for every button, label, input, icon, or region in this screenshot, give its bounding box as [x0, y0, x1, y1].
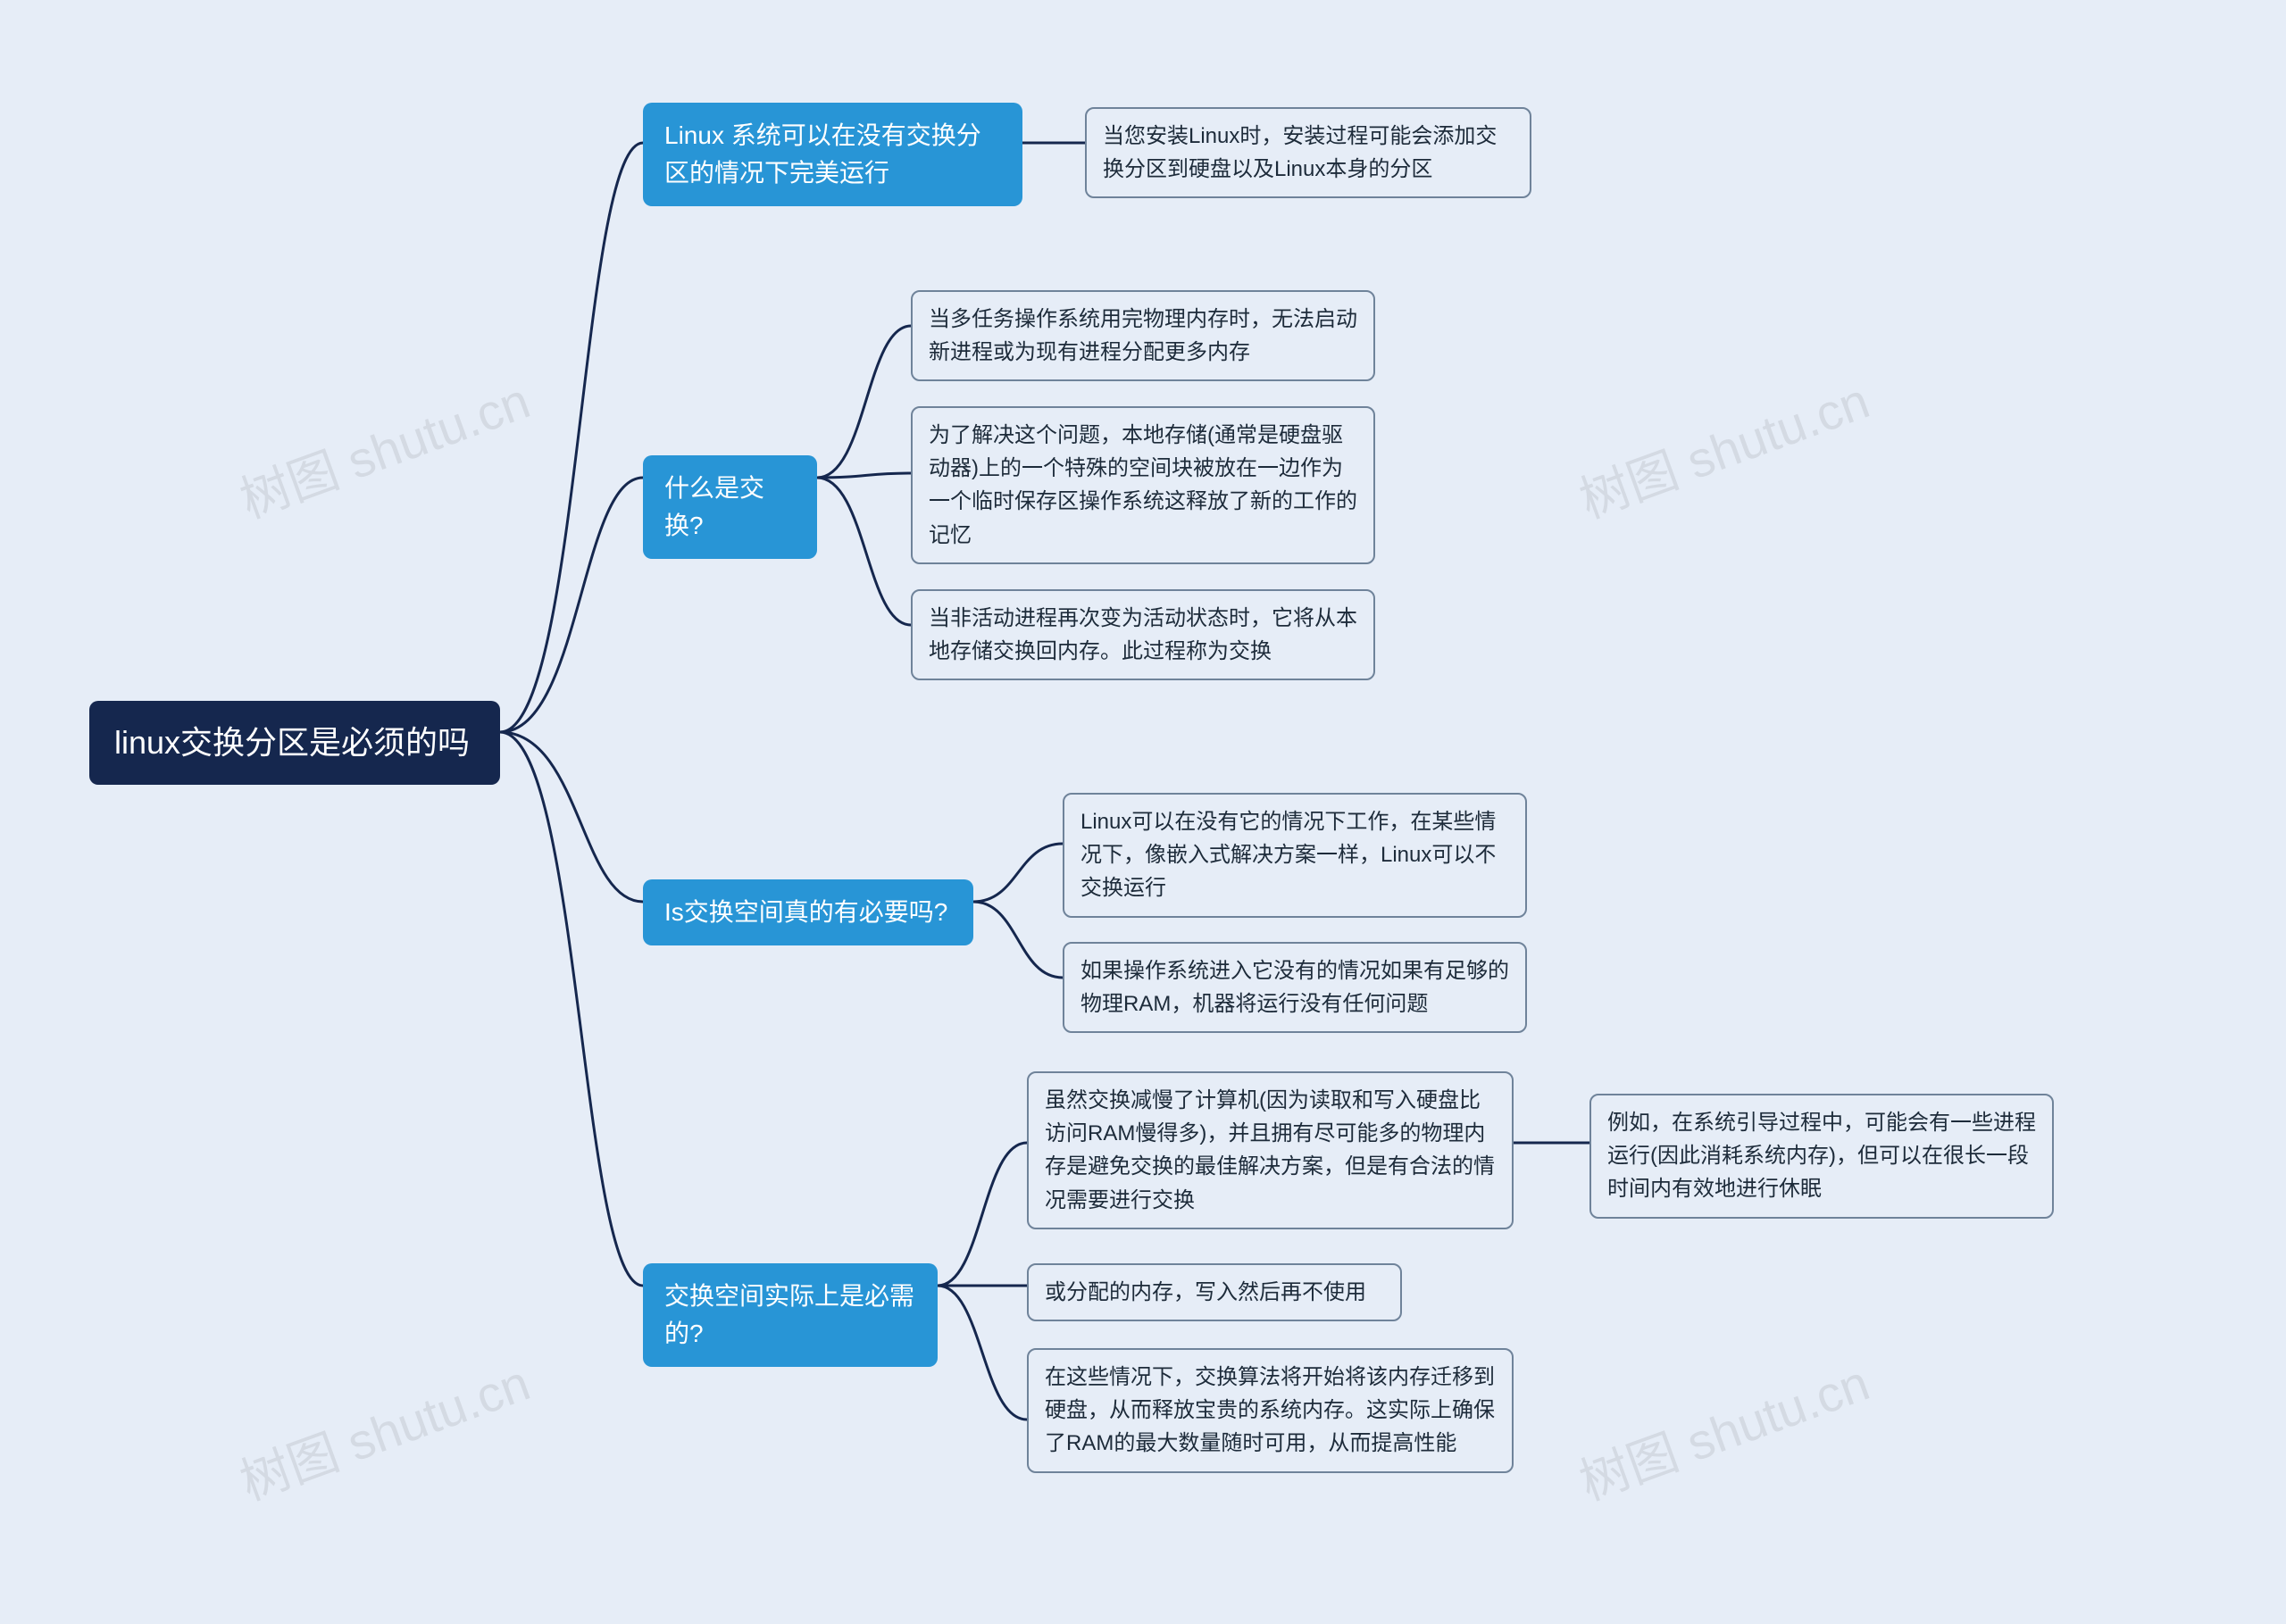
leaf-b3c2-text: 如果操作系统进入它没有的情况如果有足够的物理RAM，机器将运行没有任何问题	[1080, 959, 1509, 1016]
leaf-b2c3[interactable]: 当非活动进程再次变为活动状态时，它将从本地存储交换回内存。此过程称为交换	[911, 589, 1375, 680]
leaf-b4c1-text: 虽然交换减慢了计算机(因为读取和写入硬盘比访问RAM慢得多)，并且拥有尽可能多的…	[1045, 1088, 1495, 1212]
leaf-b4c3[interactable]: 在这些情况下，交换算法将开始将该内存迁移到硬盘，从而释放宝贵的系统内存。这实际上…	[1027, 1348, 1514, 1473]
branch-b1[interactable]: Linux 系统可以在没有交换分区的情况下完美运行	[643, 103, 1022, 206]
root-text: linux交换分区是必须的吗	[114, 724, 470, 761]
leaf-b4c2-text: 或分配的内存，写入然后再不使用	[1045, 1280, 1366, 1304]
leaf-b2c1[interactable]: 当多任务操作系统用完物理内存时，无法启动新进程或为现有进程分配更多内存	[911, 290, 1375, 381]
leaf-b3c1[interactable]: Linux可以在没有它的情况下工作，在某些情况下，像嵌入式解决方案一样，Linu…	[1063, 793, 1527, 918]
leaf-b4c2[interactable]: 或分配的内存，写入然后再不使用	[1027, 1263, 1402, 1321]
watermark: 树图 shutu.cn	[1568, 361, 1878, 532]
mindmap-canvas: linux交换分区是必须的吗 Linux 系统可以在没有交换分区的情况下完美运行…	[0, 0, 2286, 1624]
leaf-b2c2[interactable]: 为了解决这个问题，本地存储(通常是硬盘驱动器)上的一个特殊的空间块被放在一边作为…	[911, 406, 1375, 564]
branch-b2-text: 什么是交换?	[664, 474, 764, 539]
leaf-b4c1g1-text: 例如，在系统引导过程中，可能会有一些进程运行(因此消耗系统内存)，但可以在很长一…	[1607, 1111, 2036, 1201]
leaf-b2c1-text: 当多任务操作系统用完物理内存时，无法启动新进程或为现有进程分配更多内存	[929, 307, 1357, 364]
branch-b1-text: Linux 系统可以在没有交换分区的情况下完美运行	[664, 121, 981, 187]
leaf-b1c1[interactable]: 当您安装Linux时，安装过程可能会添加交换分区到硬盘以及Linux本身的分区	[1085, 107, 1531, 198]
watermark: 树图 shutu.cn	[1568, 1343, 1878, 1514]
branch-b3[interactable]: Is交换空间真的有必要吗?	[643, 879, 973, 945]
leaf-b4c1g1[interactable]: 例如，在系统引导过程中，可能会有一些进程运行(因此消耗系统内存)，但可以在很长一…	[1589, 1094, 2054, 1219]
watermark: 树图 shutu.cn	[229, 1343, 538, 1514]
leaf-b4c3-text: 在这些情况下，交换算法将开始将该内存迁移到硬盘，从而释放宝贵的系统内存。这实际上…	[1045, 1365, 1495, 1455]
leaf-b1c1-text: 当您安装Linux时，安装过程可能会添加交换分区到硬盘以及Linux本身的分区	[1103, 124, 1497, 181]
leaf-b3c1-text: Linux可以在没有它的情况下工作，在某些情况下，像嵌入式解决方案一样，Linu…	[1080, 810, 1496, 900]
branch-b3-text: Is交换空间真的有必要吗?	[664, 898, 947, 926]
branch-b4-text: 交换空间实际上是必需的?	[664, 1282, 914, 1347]
leaf-b4c1[interactable]: 虽然交换减慢了计算机(因为读取和写入硬盘比访问RAM慢得多)，并且拥有尽可能多的…	[1027, 1071, 1514, 1229]
root-node[interactable]: linux交换分区是必须的吗	[89, 701, 500, 785]
branch-b4[interactable]: 交换空间实际上是必需的?	[643, 1263, 938, 1367]
watermark: 树图 shutu.cn	[229, 361, 538, 532]
leaf-b2c2-text: 为了解决这个问题，本地存储(通常是硬盘驱动器)上的一个特殊的空间块被放在一边作为…	[929, 423, 1357, 547]
branch-b2[interactable]: 什么是交换?	[643, 455, 817, 559]
leaf-b3c2[interactable]: 如果操作系统进入它没有的情况如果有足够的物理RAM，机器将运行没有任何问题	[1063, 942, 1527, 1033]
leaf-b2c3-text: 当非活动进程再次变为活动状态时，它将从本地存储交换回内存。此过程称为交换	[929, 606, 1357, 663]
